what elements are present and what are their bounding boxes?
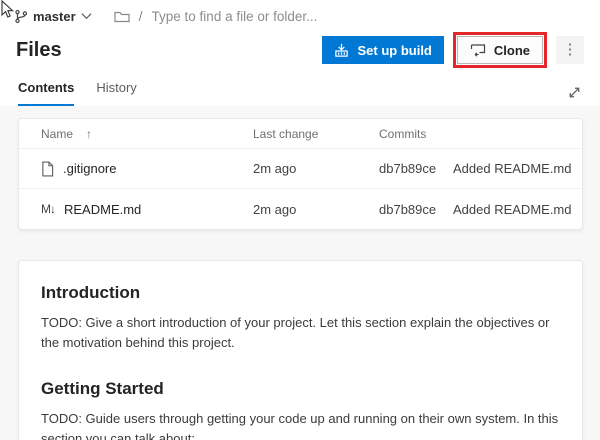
branch-selector[interactable]: master xyxy=(14,9,92,24)
more-vertical-icon: ⋮ xyxy=(562,41,578,58)
header-actions: Set up build Clone ⋮ xyxy=(322,32,584,68)
find-file-input[interactable] xyxy=(151,8,382,24)
repo-files-page: master / Files xyxy=(0,0,600,440)
tab-contents[interactable]: Contents xyxy=(18,80,75,106)
commit-hash-link[interactable]: db7b89ce xyxy=(379,202,453,217)
last-change-cell: 2m ago xyxy=(253,201,297,217)
more-actions-button[interactable]: ⋮ xyxy=(556,36,584,64)
page-title: Files xyxy=(16,38,62,61)
tab-history[interactable]: History xyxy=(96,80,136,106)
commit-message-cell: Added README.md... xyxy=(453,161,572,176)
fullscreen-expand-icon[interactable] xyxy=(567,85,582,106)
markdown-file-icon: M↓ xyxy=(41,202,56,216)
readme-heading: Getting Started xyxy=(41,379,164,399)
sort-ascending-icon: ↑ xyxy=(86,126,93,141)
commit-message-cell: Added README.md... xyxy=(453,201,572,217)
table-header-row: Name ↑ Last change Commits xyxy=(19,119,582,149)
readme-section: Getting Started TODO: Guide users throug… xyxy=(41,379,560,440)
column-header-commits[interactable]: Commits xyxy=(379,127,453,141)
path-separator: / xyxy=(138,8,143,24)
file-path-control: / xyxy=(114,8,382,24)
column-header-last-change[interactable]: Last change xyxy=(253,127,379,141)
readme-preview-card: Introduction TODO: Give a short introduc… xyxy=(18,260,583,440)
page-header: Files Set up build Clone ⋮ xyxy=(0,32,600,68)
readme-heading: Introduction xyxy=(41,283,141,302)
build-icon xyxy=(334,43,349,58)
chevron-down-icon xyxy=(81,12,92,20)
content-area: Name ↑ Last change Commits .gitignore 2m… xyxy=(0,106,600,440)
git-branch-icon xyxy=(14,9,28,24)
clone-label: Clone xyxy=(493,42,530,58)
folder-icon xyxy=(114,9,130,23)
commit-hash-link[interactable]: db7b89ce xyxy=(379,161,453,176)
clone-icon xyxy=(470,43,486,57)
column-header-name[interactable]: Name ↑ xyxy=(41,127,253,141)
files-table-card: Name ↑ Last change Commits .gitignore 2m… xyxy=(18,118,583,230)
table-row[interactable]: .gitignore 2m ago db7b89ce Added README.… xyxy=(19,149,582,189)
table-row[interactable]: M↓ README.md 2m ago db7b89ce Added READM… xyxy=(19,189,582,229)
file-name-link[interactable]: README.md xyxy=(64,202,141,217)
readme-paragraph: TODO: Give a short introduction of your … xyxy=(41,315,550,351)
set-up-build-button[interactable]: Set up build xyxy=(322,36,444,64)
clone-button[interactable]: Clone xyxy=(456,36,543,64)
repo-toolbar: master / xyxy=(0,0,600,26)
file-name-link[interactable]: .gitignore xyxy=(63,161,116,176)
mouse-cursor-icon xyxy=(0,0,15,19)
file-icon xyxy=(41,160,54,177)
files-tabs: Contents History xyxy=(0,78,600,106)
red-highlight-annotation: Clone xyxy=(452,32,547,68)
readme-paragraph: TODO: Guide users through getting your c… xyxy=(41,411,559,440)
readme-section: Introduction TODO: Give a short introduc… xyxy=(41,283,560,353)
current-branch-name: master xyxy=(33,8,76,24)
last-change-cell: 2m ago xyxy=(253,161,297,176)
set-up-build-label: Set up build xyxy=(357,42,432,58)
